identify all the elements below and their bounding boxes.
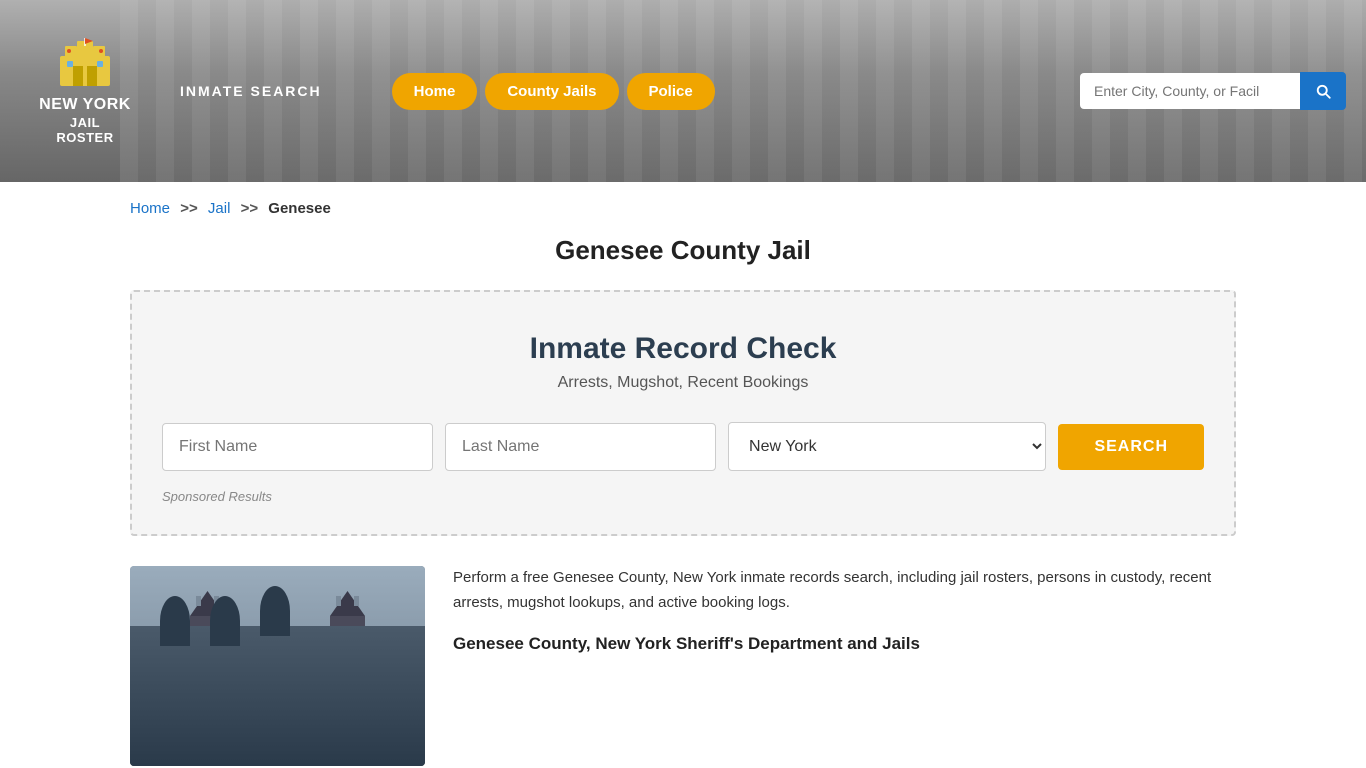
header-search-input[interactable] — [1080, 73, 1300, 109]
nav-police-button[interactable]: Police — [627, 73, 715, 110]
breadcrumb-jail-link[interactable]: Jail — [208, 200, 231, 217]
breadcrumb-sep2: >> — [241, 200, 259, 217]
jail-image — [130, 566, 425, 766]
header-search-button[interactable] — [1300, 72, 1346, 110]
search-icon — [1314, 82, 1332, 100]
breadcrumb-sep1: >> — [180, 200, 198, 217]
state-select[interactable]: New York Alabama Alaska Arizona Californ… — [728, 422, 1046, 471]
content-paragraph-1: Perform a free Genesee County, New York … — [453, 566, 1236, 616]
inmate-search-section: Inmate Record Check Arrests, Mugshot, Re… — [130, 290, 1236, 536]
last-name-input[interactable] — [445, 423, 716, 471]
breadcrumb-current: Genesee — [268, 200, 331, 217]
first-name-input[interactable] — [162, 423, 433, 471]
site-header: NEW YORK JAIL ROSTER INMATE SEARCH Home … — [0, 0, 1366, 182]
header-search-bar — [1080, 72, 1346, 110]
main-nav: Home County Jails Police — [392, 73, 715, 110]
breadcrumb-home-link[interactable]: Home — [130, 200, 170, 217]
sponsored-label: Sponsored Results — [162, 489, 1204, 504]
search-section-subtitle: Arrests, Mugshot, Recent Bookings — [162, 374, 1204, 392]
content-area: Perform a free Genesee County, New York … — [453, 566, 1236, 672]
logo-area[interactable]: NEW YORK JAIL ROSTER — [20, 36, 150, 145]
header-content: NEW YORK JAIL ROSTER INMATE SEARCH Home … — [0, 36, 1366, 145]
page-title: Genesee County Jail — [0, 235, 1366, 266]
logo-icon — [55, 36, 115, 91]
bottom-content: Perform a free Genesee County, New York … — [130, 566, 1236, 766]
search-action-button[interactable]: SEARCH — [1058, 424, 1204, 470]
nav-home-button[interactable]: Home — [392, 73, 478, 110]
search-fields: New York Alabama Alaska Arizona Californ… — [162, 422, 1204, 471]
nav-county-jails-button[interactable]: County Jails — [485, 73, 618, 110]
search-section-title: Inmate Record Check — [162, 332, 1204, 366]
content-subheading: Genesee County, New York Sheriff's Depar… — [453, 630, 1236, 658]
logo-text: NEW YORK JAIL ROSTER — [39, 95, 131, 145]
breadcrumb: Home >> Jail >> Genesee — [0, 182, 1366, 235]
inmate-search-label: INMATE SEARCH — [180, 83, 322, 99]
